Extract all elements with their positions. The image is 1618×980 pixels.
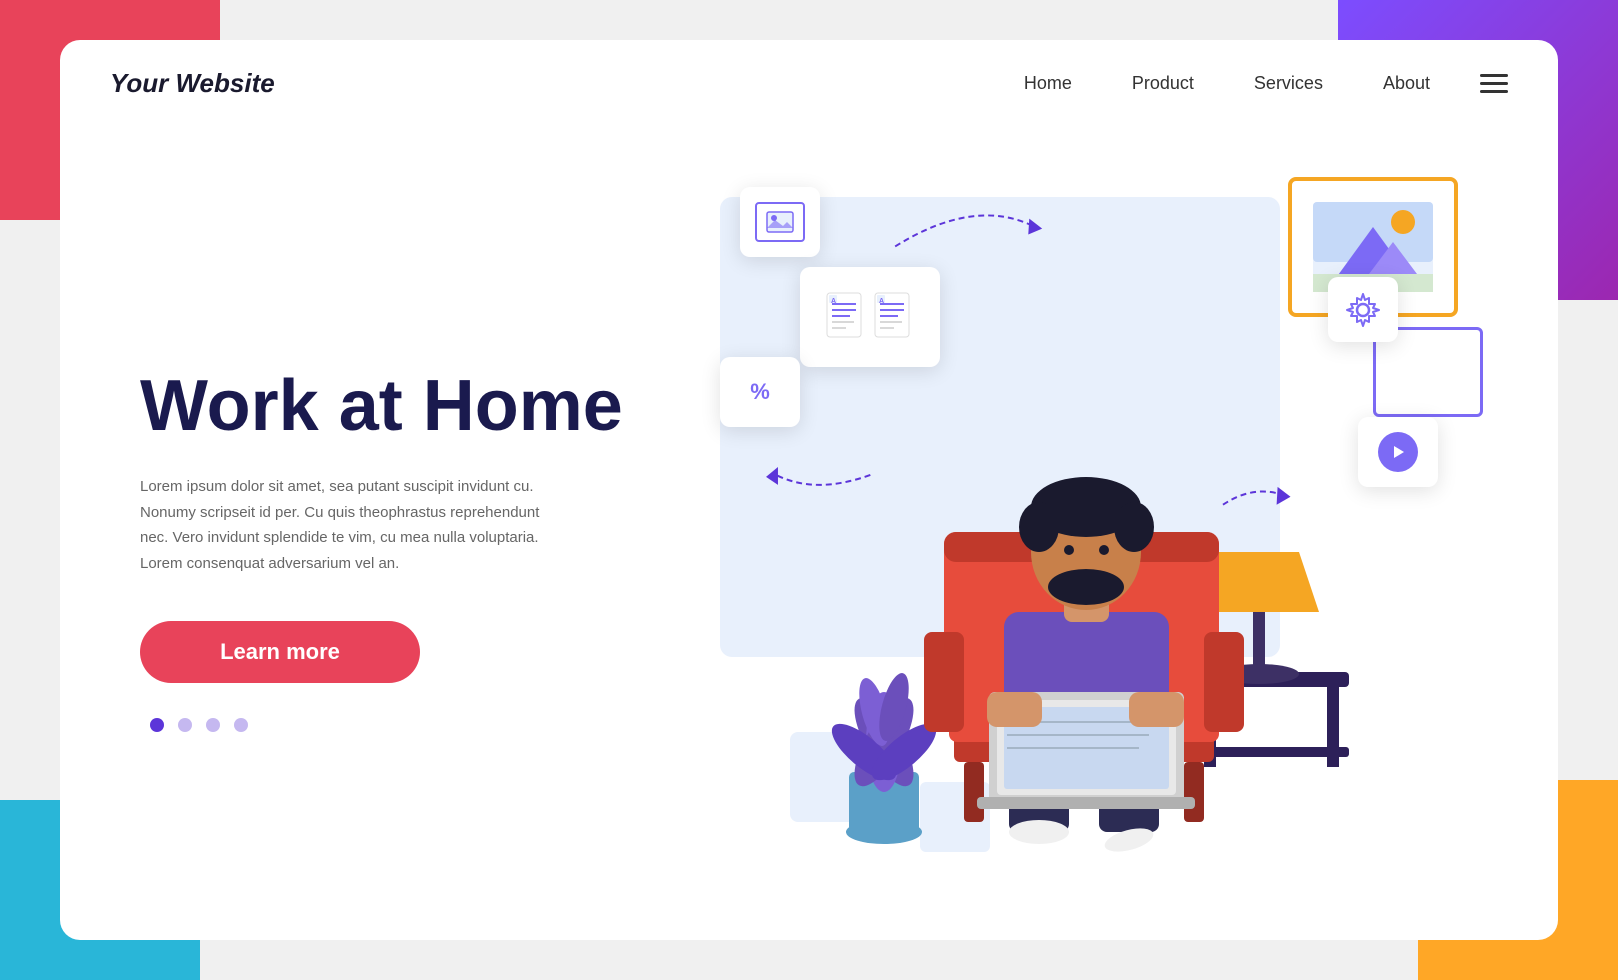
hero-illustration: A A %	[640, 167, 1498, 912]
hero-title: Work at Home	[140, 367, 640, 446]
hamburger-line-1	[1480, 74, 1508, 77]
play-triangle-icon	[1389, 443, 1407, 461]
scene-illustration	[759, 332, 1379, 892]
hamburger-menu[interactable]	[1480, 74, 1508, 93]
hamburger-line-2	[1480, 82, 1508, 85]
carousel-dots	[150, 718, 640, 732]
image-placeholder-icon	[765, 210, 795, 234]
dot-2[interactable]	[178, 718, 192, 732]
play-button-circle	[1378, 432, 1418, 472]
nav-link-home[interactable]: Home	[1024, 73, 1072, 94]
svg-text:A: A	[879, 298, 884, 305]
dot-3[interactable]	[206, 718, 220, 732]
nav-link-about[interactable]: About	[1383, 73, 1430, 94]
nav-link-product[interactable]: Product	[1132, 73, 1194, 94]
nav-link-services[interactable]: Services	[1254, 73, 1323, 94]
dot-4[interactable]	[234, 718, 248, 732]
image-icon-box	[755, 202, 805, 242]
learn-more-button[interactable]: Learn more	[140, 621, 420, 683]
navbar: Your Website Home Product Services About	[60, 40, 1558, 127]
gear-icon	[1345, 292, 1381, 328]
site-logo: Your Website	[110, 68, 1024, 99]
dot-1[interactable]	[150, 718, 164, 732]
content-area: Work at Home Lorem ipsum dolor sit amet,…	[60, 127, 1558, 932]
hero-left: Work at Home Lorem ipsum dolor sit amet,…	[140, 167, 640, 912]
nav-links: Home Product Services About	[1024, 73, 1430, 94]
main-card: Your Website Home Product Services About…	[60, 40, 1558, 940]
svg-text:A: A	[831, 298, 836, 305]
float-card-image	[740, 187, 820, 257]
hero-description: Lorem ipsum dolor sit amet, sea putant s…	[140, 474, 570, 576]
hamburger-line-3	[1480, 90, 1508, 93]
